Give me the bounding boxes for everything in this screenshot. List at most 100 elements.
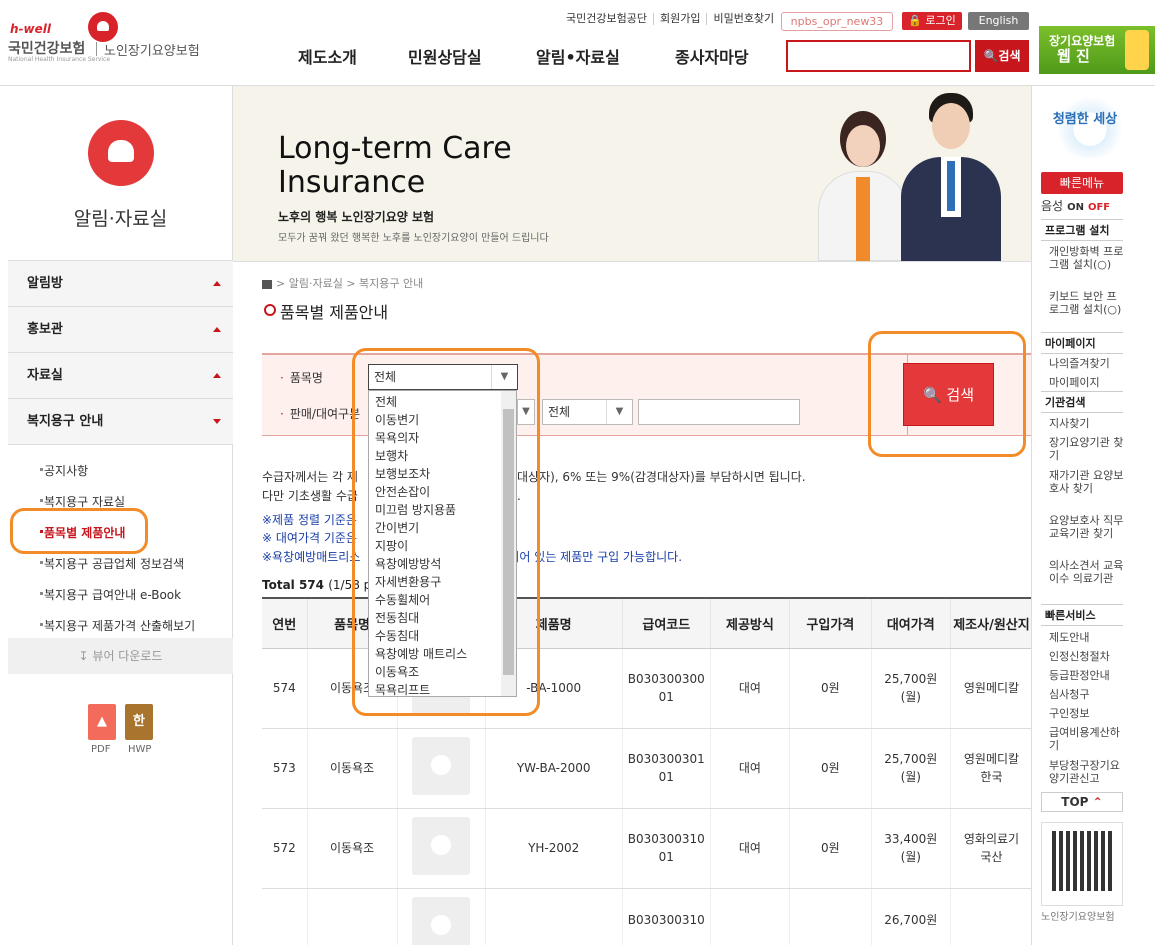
sub-notice[interactable]: 공지사항 bbox=[39, 462, 88, 479]
cell-image[interactable] bbox=[397, 888, 486, 945]
maker-line: 한국 bbox=[980, 770, 1003, 784]
breadcrumb-item[interactable]: 알림·자료실 bbox=[289, 277, 343, 290]
keyword-input[interactable] bbox=[638, 399, 800, 425]
login-button[interactable]: 🔒 로그인 bbox=[902, 12, 962, 30]
logo-english-caption: National Health Insurance Service bbox=[8, 56, 111, 63]
cell-image[interactable] bbox=[397, 808, 486, 889]
logo-hwell[interactable]: h-well bbox=[10, 22, 51, 36]
quick-item-home-care[interactable]: 재가기관 요양보호사 찾기 bbox=[1049, 469, 1125, 495]
quick-item-training[interactable]: 요양보호사 직무교육기관 찾기 bbox=[1049, 514, 1125, 540]
item-name-label: 품목명 bbox=[280, 369, 323, 386]
product-thumbnail[interactable] bbox=[412, 736, 471, 795]
link-nhis[interactable]: 국민건강보험공단 bbox=[560, 13, 654, 25]
quick-item-keyboard-security[interactable]: 키보드 보안 프로그램 설치(○) bbox=[1049, 290, 1125, 316]
home-icon[interactable] bbox=[262, 279, 272, 289]
webzine-banner[interactable]: 장기요양보험 웹 진 bbox=[1039, 26, 1155, 74]
cell-product[interactable]: YH-2002 bbox=[485, 808, 623, 889]
global-search-input[interactable] bbox=[786, 40, 971, 72]
cell-buy: 0원 bbox=[789, 648, 872, 729]
man-photo bbox=[901, 93, 1001, 261]
sale-subtype-select[interactable]: 전체 ▼ bbox=[542, 399, 633, 425]
cell-maker bbox=[950, 888, 1032, 945]
banner-slogan: 노후의 행복 노인장기요양 보험 bbox=[278, 210, 435, 224]
logo-subtitle[interactable]: 노인장기요양보험 bbox=[104, 40, 200, 59]
product-thumbnail[interactable] bbox=[412, 896, 471, 945]
cell-product[interactable] bbox=[485, 888, 623, 945]
cell-buy bbox=[789, 888, 872, 945]
hwp-icon[interactable]: 한 bbox=[125, 704, 153, 740]
cell-code: B030300310 bbox=[622, 888, 711, 945]
cell-method: 대여 bbox=[710, 728, 791, 809]
quick-item-appeal[interactable]: 심사청구 bbox=[1049, 688, 1125, 701]
menu-notice-room[interactable]: 알림방 bbox=[8, 261, 233, 307]
voice-off-button[interactable]: OFF bbox=[1088, 202, 1110, 213]
english-button[interactable]: English bbox=[968, 12, 1029, 30]
quick-item-care-facility[interactable]: 장기요양기관 찾기 bbox=[1049, 436, 1125, 462]
sub-ebook[interactable]: 복지용구 급여안내 e-Book bbox=[39, 586, 181, 603]
table-row[interactable]: 573 이동욕조 YW-BA-2000 B030300301 01 대여 0원 2… bbox=[262, 728, 1032, 809]
menu-label: 알림방 bbox=[27, 276, 63, 291]
quick-item-mypage[interactable]: 마이페이지 bbox=[1049, 376, 1125, 389]
logo-divider bbox=[96, 42, 97, 56]
cell-buy: 0원 bbox=[789, 808, 872, 889]
highlight-dropdown bbox=[352, 348, 540, 716]
cell-image[interactable] bbox=[397, 728, 486, 809]
quick-item-branch[interactable]: 지사찾기 bbox=[1049, 417, 1125, 430]
logo-text[interactable]: 국민건강보험 bbox=[8, 38, 85, 58]
menu-pr[interactable]: 홍보관 bbox=[8, 307, 233, 353]
quick-item-favorites[interactable]: 나의즐겨찾기 bbox=[1049, 357, 1125, 370]
qr-caption: 노인장기요양보험 bbox=[1041, 912, 1115, 923]
col-maker: 제조사/원산지 bbox=[950, 598, 1032, 649]
breadcrumb-item[interactable]: 복지용구 안내 bbox=[359, 277, 423, 290]
gnb-item-counsel[interactable]: 민원상담실 bbox=[408, 44, 482, 68]
woman-photo bbox=[818, 111, 908, 261]
sub-supplier-search[interactable]: 복지용구 공급업체 정보검색 bbox=[39, 555, 184, 572]
menu-archive[interactable]: 자료실 bbox=[8, 353, 233, 399]
sub-price-calc[interactable]: 복지용구 제품가격 산출해보기 bbox=[39, 617, 195, 634]
col-buy-price: 구입가격 bbox=[789, 598, 872, 649]
banner-title-line2: Insurance bbox=[278, 165, 426, 200]
quick-item-grade[interactable]: 등급판정안내 bbox=[1049, 669, 1125, 682]
utility-links: 국민건강보험공단 회원가입 비밀번호찾기 bbox=[560, 13, 780, 25]
link-join[interactable]: 회원가입 bbox=[654, 13, 708, 25]
quick-section-install: 프로그램 설치 bbox=[1041, 219, 1123, 241]
menu-welfare-equipment[interactable]: 복지용구 안내 bbox=[8, 399, 233, 445]
gnb-item-notice[interactable]: 알림•자료실 bbox=[536, 44, 620, 68]
quick-item-system-guide[interactable]: 제도안내 bbox=[1049, 631, 1125, 644]
hero-banner: Long-term Care Insurance 노후의 행복 노인장기요양 보험… bbox=[233, 86, 1031, 262]
col-no: 연번 bbox=[262, 598, 308, 649]
quick-item-firewall[interactable]: 개인방화벽 프로그램 설치(○) bbox=[1049, 245, 1125, 271]
table-row[interactable]: 572 이동욕조 YH-2002 B030300310 01 대여 0원 33,4… bbox=[262, 808, 1032, 889]
sale-select-value: 전체 bbox=[548, 405, 571, 419]
viewer-download-button[interactable]: ↧ 뷰어 다운로드 bbox=[8, 638, 233, 674]
cell-method: 대여 bbox=[710, 648, 791, 729]
cell-item: 이동욕조 bbox=[307, 728, 398, 809]
quick-item-jobs[interactable]: 구인정보 bbox=[1049, 707, 1125, 720]
col-code: 급여코드 bbox=[622, 598, 711, 649]
cell-product[interactable]: YW-BA-2000 bbox=[485, 728, 623, 809]
link-find-password[interactable]: 비밀번호찾기 bbox=[707, 13, 780, 25]
table-row[interactable]: B030300310 26,700원 bbox=[262, 888, 1032, 945]
top-button[interactable]: TOP ⌃ bbox=[1041, 792, 1123, 812]
cell-maker: 영원메디칼 bbox=[950, 648, 1032, 729]
quick-section-org-search: 기관검색 bbox=[1041, 391, 1123, 413]
rent-line: (월) bbox=[900, 850, 921, 864]
quick-item-report[interactable]: 부당청구장기요양기관신고 bbox=[1049, 759, 1125, 785]
global-search-button[interactable]: 🔍검색 bbox=[975, 40, 1029, 72]
product-thumbnail[interactable] bbox=[412, 816, 471, 875]
notice-sort: ※제품 정렬 기준은 bbox=[262, 513, 357, 527]
quick-item-cost-calc[interactable]: 급여비용계산하기 bbox=[1049, 726, 1125, 752]
breadcrumb: > 알림·자료실 > 복지용구 안내 bbox=[262, 275, 423, 291]
maker-line: 영화의료기 bbox=[963, 832, 1020, 846]
pdf-icon[interactable]: ▲ bbox=[88, 704, 116, 740]
gnb-item-system[interactable]: 제도소개 bbox=[298, 44, 357, 68]
quick-item-doctor-opinion[interactable]: 의사소견서 교육이수 의료기관 bbox=[1049, 559, 1125, 585]
logo-heart-icon[interactable] bbox=[88, 12, 118, 42]
viewer-label: 뷰어 다운로드 bbox=[92, 649, 163, 663]
voice-on-button[interactable]: ON bbox=[1067, 202, 1084, 213]
cell-rent: 25,700원 (월) bbox=[871, 728, 951, 809]
gnb-item-worker[interactable]: 종사자마당 bbox=[675, 44, 749, 68]
voice-toggle: 음성 ON OFF bbox=[1041, 197, 1123, 214]
maker-line: 국산 bbox=[980, 850, 1003, 864]
quick-item-apply-process[interactable]: 인정신청절차 bbox=[1049, 650, 1125, 663]
